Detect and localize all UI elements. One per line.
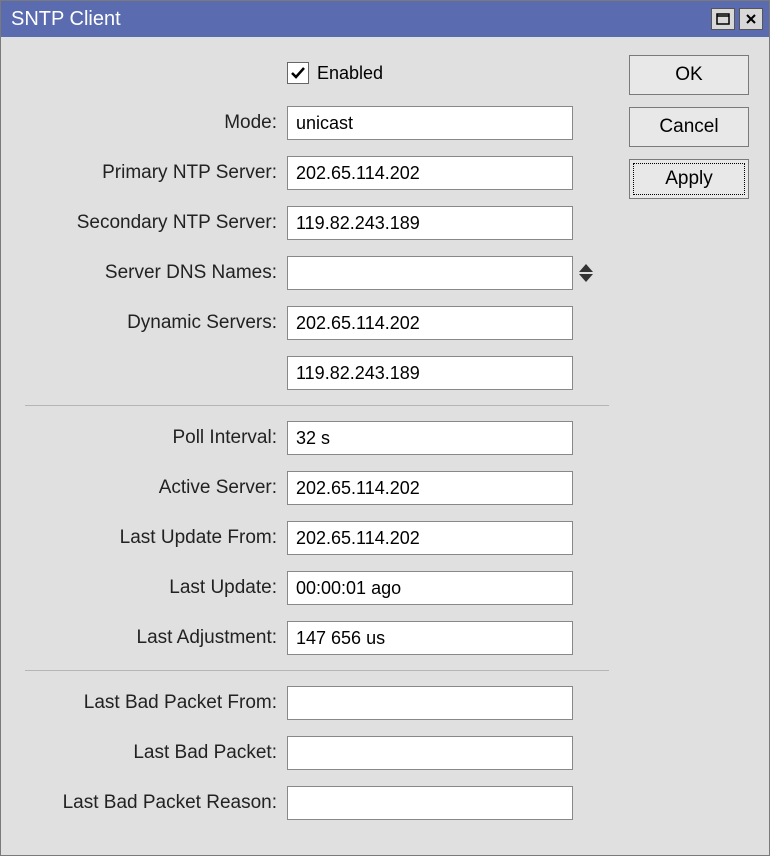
chevron-down-icon <box>579 274 593 282</box>
last-bad-packet-label: Last Bad Packet: <box>25 742 287 764</box>
form-area: Enabled Mode: Primary NTP Server: <box>25 55 609 835</box>
poll-interval-field <box>287 421 573 455</box>
chevron-up-icon <box>579 264 593 272</box>
primary-ntp-label: Primary NTP Server: <box>25 162 287 184</box>
detach-button[interactable] <box>711 8 735 30</box>
last-update-from-field <box>287 521 573 555</box>
cancel-button[interactable]: Cancel <box>629 107 749 147</box>
secondary-ntp-label: Secondary NTP Server: <box>25 212 287 234</box>
apply-button[interactable]: Apply <box>629 159 749 199</box>
server-dns-label: Server DNS Names: <box>25 262 287 284</box>
active-server-field <box>287 471 573 505</box>
sntp-client-window: SNTP Client <box>0 0 770 856</box>
active-server-label: Active Server: <box>25 477 287 499</box>
button-column: OK Cancel Apply <box>629 55 749 199</box>
enabled-checkbox[interactable]: Enabled <box>287 62 383 84</box>
mode-label: Mode: <box>25 112 287 134</box>
last-update-field <box>287 571 573 605</box>
mode-input[interactable] <box>287 106 573 140</box>
enabled-label: Enabled <box>317 63 383 84</box>
dns-spinner[interactable] <box>579 264 593 282</box>
separator <box>25 405 609 406</box>
dynamic-server-0 <box>287 306 573 340</box>
last-bad-packet-reason-label: Last Bad Packet Reason: <box>25 792 287 814</box>
client-area: Enabled Mode: Primary NTP Server: <box>1 37 769 855</box>
last-adjustment-label: Last Adjustment: <box>25 627 287 649</box>
last-bad-packet-reason-field <box>287 786 573 820</box>
close-button[interactable] <box>739 8 763 30</box>
primary-ntp-input[interactable] <box>287 156 573 190</box>
ok-button[interactable]: OK <box>629 55 749 95</box>
last-update-from-label: Last Update From: <box>25 527 287 549</box>
last-update-label: Last Update: <box>25 577 287 599</box>
last-adjustment-field <box>287 621 573 655</box>
last-bad-packet-from-field <box>287 686 573 720</box>
last-bad-packet-from-label: Last Bad Packet From: <box>25 692 287 714</box>
checkbox-icon <box>287 62 309 84</box>
poll-interval-label: Poll Interval: <box>25 427 287 449</box>
window-title: SNTP Client <box>11 8 707 31</box>
dynamic-server-1 <box>287 356 573 390</box>
last-bad-packet-field <box>287 736 573 770</box>
dynamic-servers-label: Dynamic Servers: <box>25 312 287 334</box>
server-dns-input[interactable] <box>287 256 573 290</box>
titlebar: SNTP Client <box>1 1 769 37</box>
separator <box>25 670 609 671</box>
secondary-ntp-input[interactable] <box>287 206 573 240</box>
